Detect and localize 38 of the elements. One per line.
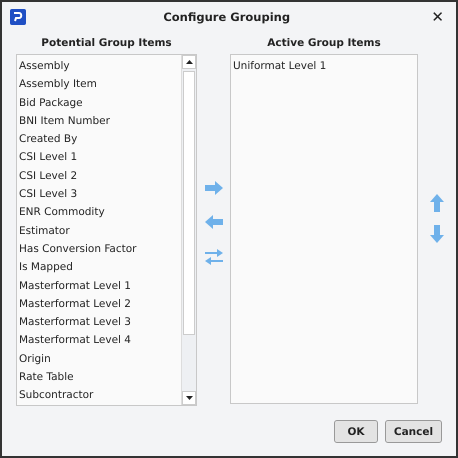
list-item[interactable]: CSI Level 1 — [19, 148, 181, 167]
dialog-button[interactable]: OK — [334, 420, 378, 443]
list-item[interactable]: ENR Commodity — [19, 203, 181, 222]
list-item[interactable]: Has Conversion Factor — [19, 240, 181, 258]
arrow-left-icon[interactable] — [204, 215, 222, 229]
scrollbar[interactable] — [181, 55, 196, 405]
app-logo-icon — [10, 9, 26, 25]
list-item[interactable]: Bid Package — [19, 94, 181, 112]
list-item[interactable]: Masterformat Level 1 — [19, 276, 181, 295]
list-item[interactable]: Masterformat Level 3 — [19, 313, 181, 332]
list-item[interactable]: Uniformat Level 1 — [233, 57, 417, 76]
list-item[interactable]: Subcontractor — [19, 386, 181, 405]
dialog-button[interactable]: Cancel — [385, 420, 442, 443]
list-item[interactable]: CSI Level 3 — [19, 185, 181, 204]
window-title: Configure Grouping — [162, 10, 292, 24]
list-item[interactable]: Assembly — [19, 57, 181, 76]
list-item[interactable]: CSI Level 2 — [19, 166, 181, 186]
list-heading: Active Group Items — [267, 36, 381, 51]
list-item[interactable]: BNI Item Number — [19, 112, 181, 130]
scroll-thumb[interactable] — [183, 71, 195, 335]
arrow-down-icon[interactable] — [430, 224, 444, 242]
scroll-down-button[interactable] — [182, 390, 196, 405]
swap-arrows-icon[interactable] — [204, 249, 222, 265]
list-item[interactable]: Is Mapped — [19, 258, 181, 277]
arrow-up-icon[interactable] — [430, 194, 444, 212]
close-button[interactable]: ✕ — [427, 8, 448, 26]
list-item[interactable]: Estimator — [19, 222, 181, 240]
caret-down-icon — [186, 396, 192, 400]
list-item[interactable]: Masterformat Level 2 — [19, 294, 181, 314]
scroll-up-button[interactable] — [182, 55, 196, 69]
list-heading: Potential Group Items — [41, 36, 172, 51]
list-item[interactable]: Masterformat Level 4 — [19, 331, 181, 350]
list-item[interactable]: Origin — [19, 350, 181, 368]
list-item[interactable]: Rate Table — [19, 368, 181, 386]
caret-up-icon — [186, 60, 192, 64]
list-item[interactable]: Created By — [19, 130, 181, 148]
list-item[interactable]: Assembly Item — [19, 75, 181, 94]
arrow-right-icon[interactable] — [204, 181, 222, 195]
